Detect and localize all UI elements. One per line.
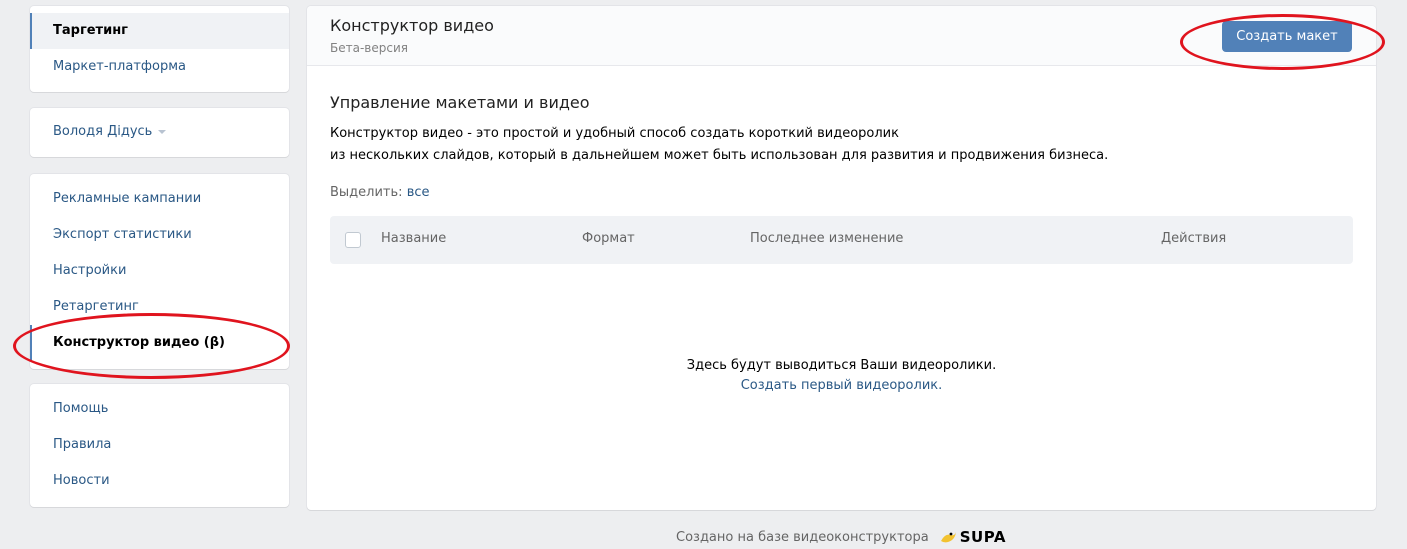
create-layout-button[interactable]: Создать макет (1222, 21, 1352, 52)
table-header: Название Формат Последнее изменение Дейс… (330, 216, 1353, 264)
footer-text: Создано на базе видеоконструктора (676, 529, 929, 545)
beta-label: Бета-версия (330, 41, 408, 55)
empty-state-text: Здесь будут выводиться Ваши видеоролики. (686, 358, 997, 373)
sidebar-item-video-constructor[interactable]: Конструктор видео (β) (30, 325, 289, 361)
column-header-format[interactable]: Формат (582, 231, 635, 246)
sidebar-item-rules[interactable]: Правила (30, 427, 289, 463)
sidebar-card-ads-type: Таргетинг Маркет-платформа (30, 6, 289, 92)
sidebar-item-market-platform[interactable]: Маркет-платформа (30, 49, 289, 85)
sidebar-item-settings[interactable]: Настройки (30, 253, 289, 289)
caret-down-icon (158, 129, 167, 134)
column-header-last-modified[interactable]: Последнее изменение (750, 231, 903, 246)
sidebar-item-help[interactable]: Помощь (30, 391, 289, 427)
section-title: Управление макетами и видео (330, 93, 590, 112)
select-all-link[interactable]: все (407, 185, 430, 200)
account-selector[interactable]: Володя Дідусь (30, 114, 289, 150)
sidebar-item-campaigns[interactable]: Рекламные кампании (30, 181, 289, 217)
page-title: Конструктор видео (330, 16, 494, 35)
sidebar-item-retargeting[interactable]: Ретаргетинг (30, 289, 289, 325)
account-name: Володя Дідусь (53, 124, 153, 139)
select-label: Выделить: (330, 185, 403, 200)
select-row: Выделить: все (330, 185, 430, 200)
page-header: Конструктор видео Бета-версия Создать ма… (307, 6, 1376, 66)
sidebar-card-account: Володя Дідусь (30, 108, 289, 157)
supa-logo-text: SUPA (959, 528, 1006, 546)
main-panel: Конструктор видео Бета-версия Создать ма… (307, 6, 1376, 510)
create-first-video-link[interactable]: Создать первый видеоролик. (307, 378, 1376, 393)
sidebar-card-main-nav: Рекламные кампании Экспорт статистики На… (30, 174, 289, 369)
description-line-2: из нескольких слайдов, который в дальней… (330, 148, 1109, 163)
supa-logo-icon (940, 532, 956, 543)
sidebar-item-news[interactable]: Новости (30, 463, 289, 499)
sidebar-item-export-stats[interactable]: Экспорт статистики (30, 217, 289, 253)
supa-logo[interactable]: SUPA (939, 528, 1006, 546)
column-header-name[interactable]: Название (381, 231, 446, 246)
footer: Создано на базе видеоконструктора SUPA (676, 528, 1006, 546)
select-all-checkbox[interactable] (345, 232, 361, 248)
column-header-actions: Действия (1161, 231, 1227, 246)
sidebar-item-targeting[interactable]: Таргетинг (30, 13, 289, 49)
description-line-1: Конструктор видео - это простой и удобны… (330, 126, 899, 141)
sidebar-card-help: Помощь Правила Новости (30, 384, 289, 507)
